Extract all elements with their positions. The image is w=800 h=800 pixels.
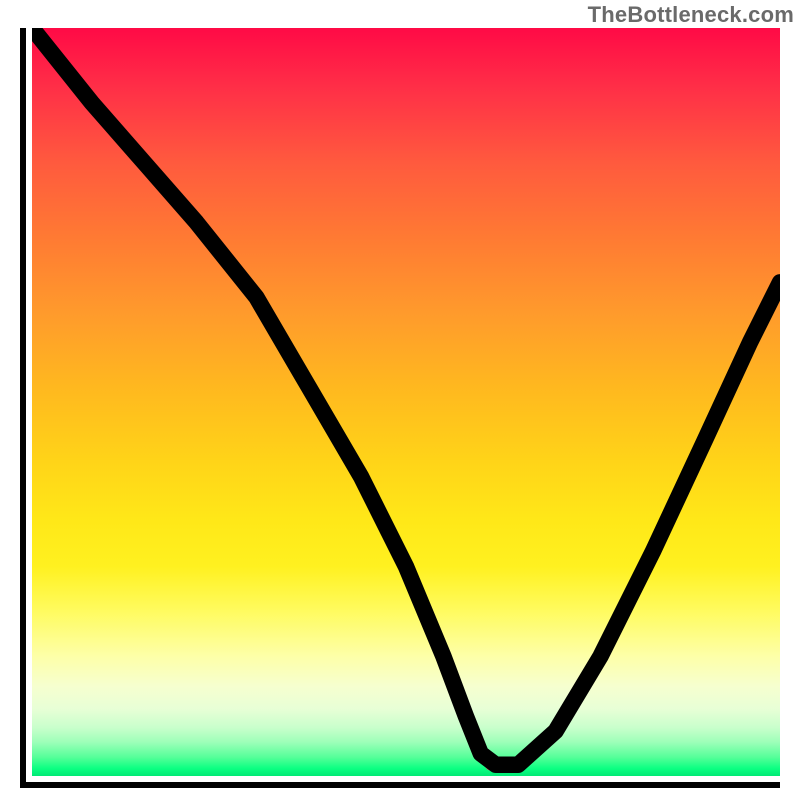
chart-container: TheBottleneck.com: [0, 0, 800, 800]
plot-area: [20, 28, 780, 788]
watermark-text: TheBottleneck.com: [588, 2, 794, 28]
curve-path: [32, 28, 780, 765]
plot-inner: [32, 28, 780, 776]
bottleneck-curve: [32, 28, 780, 776]
